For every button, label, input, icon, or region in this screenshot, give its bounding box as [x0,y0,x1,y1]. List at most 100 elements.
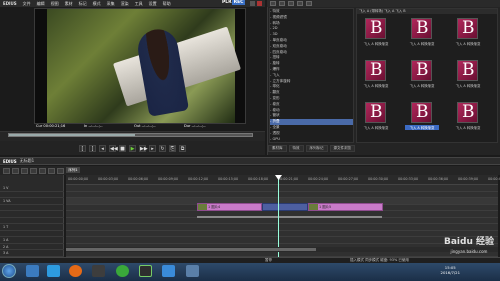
playhead[interactable] [278,178,279,258]
tab-effects[interactable]: 特效 [288,144,304,152]
effect-label[interactable]: 飞入 A 转换渐变 [405,125,439,130]
menu-item-marker[interactable]: 标记 [76,1,90,7]
menu-item-file[interactable]: 文件 [20,1,34,7]
ripple-icon[interactable] [39,167,46,174]
play-icon[interactable]: ▶ [129,144,136,152]
effect-thumbnail[interactable]: B [457,60,478,81]
effect-thumbnail[interactable]: B [365,18,386,39]
timeline-ruler[interactable]: 00:00:00;00 00:00:03;00 00:00:06;00 00:00:0… [66,175,500,185]
position-slider[interactable] [8,133,253,137]
loop-icon[interactable]: ↻ [159,144,166,152]
explorer-icon[interactable] [26,265,39,277]
menu-item-mode[interactable]: 模式 [90,1,104,7]
media-app-icon[interactable] [92,265,105,277]
thumb-letter: B [416,60,429,80]
next-frame-icon[interactable]: ▸ [149,144,156,152]
system-clock[interactable]: 15:05 2016/7/21 [441,265,460,275]
edius-taskbar-icon[interactable] [139,265,152,277]
sequence-tab[interactable]: 序列1 [66,167,80,173]
effect-label[interactable]: 飞入 A 转换渐变 [405,83,439,88]
menu-item-view[interactable]: 视图 [48,1,62,7]
mode-icon[interactable] [3,167,10,174]
preview-monitor [34,8,246,124]
folder-icon[interactable] [270,1,276,6]
effect-label[interactable]: 飞入 A 转换渐变 [359,83,393,88]
start-button-icon[interactable] [2,264,16,278]
ruler-tick-label: 00:00:00;00 [68,177,89,181]
ruler-tick-label: 00:00:09;00 [158,177,179,181]
overwrite-icon[interactable]: ⧉ [179,144,186,152]
effect-thumbnail[interactable]: B [457,18,478,39]
menu-item-help[interactable]: 帮助 [160,1,174,7]
search-icon[interactable] [279,1,285,6]
tab-markers[interactable]: 序列标记 [305,144,328,152]
effect-label[interactable]: 飞入 A 转换渐变 [405,41,439,46]
menu-item-render[interactable]: 渲染 [118,1,132,7]
minimize-icon[interactable] [250,1,255,6]
rec-label: REC [231,0,246,5]
menu-item-tools[interactable]: 工具 [132,1,146,7]
timeline-logo: EDIUS [3,158,17,164]
watermark: Baidu 经验 jingyan.baidu.com [444,238,494,256]
transition-clip[interactable] [262,203,308,211]
fast-forward-icon[interactable]: ▶▶ [139,144,148,152]
watermark-main: Baidu 经验 [443,237,494,247]
effect-thumbnail[interactable]: B [411,60,432,81]
green-app-icon[interactable] [116,265,129,277]
effect-thumbnail[interactable]: B [457,102,478,123]
redo-icon[interactable] [21,167,28,174]
delete-icon[interactable] [288,1,294,6]
render-icon[interactable] [57,167,64,174]
clip-label: 1 图片4 [208,205,221,209]
track-headers: 1 V1 VA1 T1 A2 A3 A4 A [0,175,64,263]
thumb-letter: B [370,18,383,38]
menu-item-clip[interactable]: 素材 [62,1,76,7]
menu-item-settings[interactable]: 设置 [146,1,160,7]
prev-frame-icon[interactable]: ◂ [99,144,106,152]
ruler-tick-label: 00:00:15;00 [218,177,239,181]
timecode-current: Cur 00:00:21;16 [36,124,66,128]
view-icon[interactable] [306,1,312,6]
stop-icon[interactable]: ■ [119,144,126,152]
timeline-scrollbar[interactable] [66,247,498,252]
window-app-icon[interactable] [186,265,199,277]
scroll-thumb[interactable] [66,248,316,251]
menu-item-edit[interactable]: 编辑 [34,1,48,7]
effect-label[interactable]: 飞入 A 转换渐变 [359,41,393,46]
ruler-tick-label: 00:00:42;00 [488,177,500,181]
app-icon[interactable] [162,265,175,277]
properties-icon[interactable] [297,1,303,6]
effect-label[interactable]: 飞入 A 转换渐变 [451,83,485,88]
rewind-icon[interactable]: ◀◀ [109,144,118,152]
firefox-icon[interactable] [69,265,82,277]
effect-thumbnail[interactable]: B [411,102,432,123]
tab-source-browser[interactable]: 源文件浏览 [329,144,355,152]
menu-item-capture[interactable]: 采集 [104,1,118,7]
ruler-tick-label: 00:00:30;00 [368,177,389,181]
ruler-tick-label: 00:00:33;00 [398,177,419,181]
effect-label[interactable]: 飞入 A 转换渐变 [359,125,393,130]
set-in-icon[interactable]: [ [79,144,86,152]
effect-label[interactable]: 飞入 A 转换渐变 [451,125,485,130]
timecode-dur: Dur --:--:--;-- [184,124,206,128]
cut-icon[interactable] [30,167,37,174]
timeline-clip[interactable]: 1 图片5 [308,203,383,211]
effect-thumbnail[interactable]: B [365,60,386,81]
insert-icon[interactable]: ⎘ [169,144,176,152]
effect-thumbnail[interactable]: B [411,18,432,39]
close-icon[interactable] [257,1,262,6]
audio-level-line [197,216,382,218]
thumb-letter: B [416,102,429,122]
effect-thumbnail[interactable]: B [365,102,386,123]
set-out-icon[interactable]: ] [89,144,96,152]
effect-label[interactable]: 飞入 A 转换渐变 [451,41,485,46]
ruler-tick-label: 00:00:27;00 [338,177,359,181]
tree-item[interactable]: - 音频滤镜 [270,142,353,143]
ie-icon[interactable] [47,265,60,277]
timecode-out: Out --:--:--;-- [134,124,156,128]
tab-bin[interactable]: 素材库 [268,144,287,152]
position-fill [9,134,136,136]
undo-icon[interactable] [12,167,19,174]
delete-clip-icon[interactable] [48,167,55,174]
timeline-clip[interactable]: 1 图片4 [197,203,262,211]
